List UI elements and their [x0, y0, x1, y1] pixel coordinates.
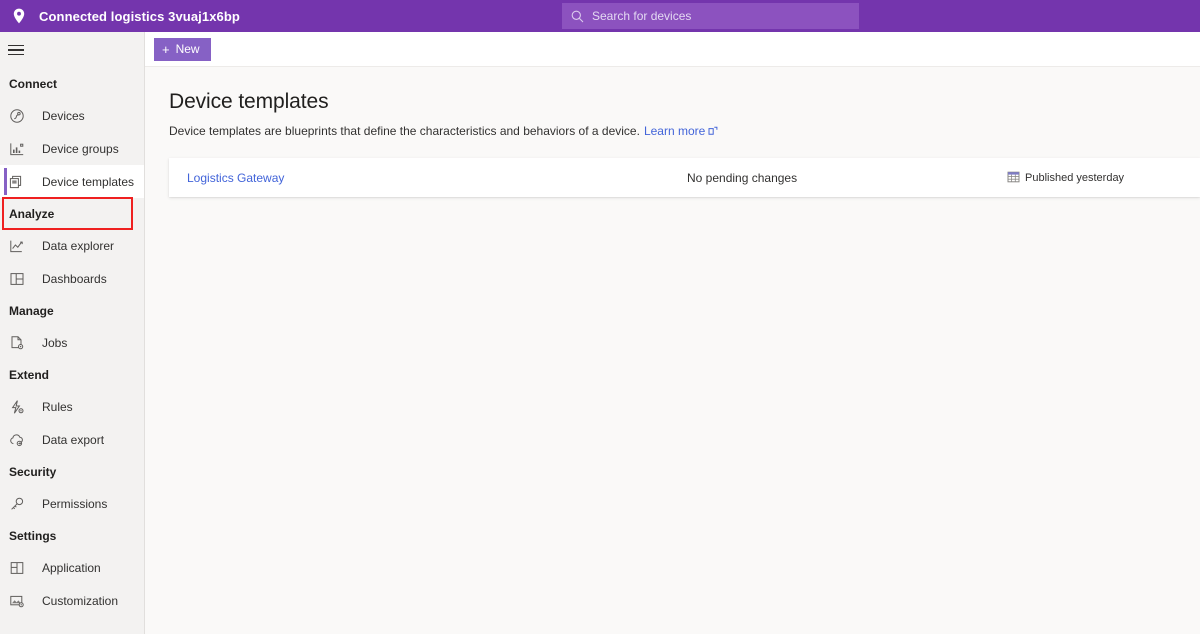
sidebar-section-security: Security	[0, 456, 144, 487]
new-button[interactable]: + New	[154, 38, 211, 61]
sidebar-item-label: Data explorer	[42, 239, 114, 253]
pending-changes-status: No pending changes	[687, 171, 1007, 185]
device-templates-list: Logistics Gateway No pending changes	[169, 158, 1200, 197]
location-pin-icon	[9, 6, 29, 26]
top-header-bar: Connected logistics 3vuaj1x6bp	[0, 0, 1200, 32]
sidebar-item-customization[interactable]: Customization	[0, 584, 144, 617]
app-brand[interactable]: Connected logistics 3vuaj1x6bp	[0, 6, 240, 26]
search-input[interactable]	[592, 6, 832, 26]
new-button-label: New	[176, 42, 200, 56]
sidebar-navigation: Connect Devices	[0, 32, 145, 634]
command-bar: + New	[145, 32, 1200, 67]
sidebar-item-device-templates[interactable]: Device templates	[0, 165, 144, 198]
global-search[interactable]	[562, 3, 859, 29]
application-layout-icon	[9, 560, 25, 576]
customization-image-gear-icon	[9, 593, 25, 609]
published-label: Published yesterday	[1025, 172, 1124, 184]
sidebar-item-permissions[interactable]: Permissions	[0, 487, 144, 520]
sidebar-item-label: Device templates	[42, 175, 134, 189]
key-icon	[9, 496, 25, 512]
hamburger-menu-icon	[8, 42, 24, 58]
sidebar-item-label: Dashboards	[42, 272, 107, 286]
device-template-link[interactable]: Logistics Gateway	[187, 171, 687, 185]
table-row[interactable]: Logistics Gateway No pending changes	[169, 158, 1200, 197]
devices-icon	[9, 108, 25, 124]
dashboard-grid-icon	[9, 271, 25, 287]
sidebar-item-label: Devices	[42, 109, 85, 123]
rules-lightning-gear-icon	[9, 399, 25, 415]
sidebar-toggle-button[interactable]	[0, 32, 145, 68]
cloud-export-icon	[9, 432, 25, 448]
sidebar-item-data-export[interactable]: Data export	[0, 423, 144, 456]
learn-more-link[interactable]: Learn more	[644, 124, 705, 138]
sidebar-item-data-explorer[interactable]: Data explorer	[0, 229, 144, 262]
sidebar-item-label: Data export	[42, 433, 104, 447]
sidebar-item-application[interactable]: Application	[0, 551, 144, 584]
app-body: Connect Devices	[0, 32, 1200, 634]
calendar-icon	[1007, 170, 1020, 186]
published-status: Published yesterday	[1007, 170, 1124, 186]
sidebar-section-manage: Manage	[0, 295, 144, 326]
main-content-area: + New Device templates Device templates …	[145, 32, 1200, 634]
search-icon	[570, 9, 584, 23]
sidebar-section-connect: Connect	[0, 68, 144, 99]
page-content: Device templates Device templates are bl…	[145, 67, 1200, 634]
sidebar-item-label: Jobs	[42, 336, 67, 350]
sidebar-section-extend: Extend	[0, 359, 144, 390]
external-link-icon	[708, 126, 718, 136]
sidebar-section-analyze: Analyze	[0, 198, 144, 229]
sidebar-item-rules[interactable]: Rules	[0, 390, 144, 423]
sidebar-item-devices[interactable]: Devices	[0, 99, 144, 132]
device-templates-icon	[9, 174, 25, 190]
device-groups-icon	[9, 141, 25, 157]
sidebar-item-label: Application	[42, 561, 101, 575]
jobs-document-gear-icon	[9, 335, 25, 351]
page-subtitle: Device templates are blueprints that def…	[169, 124, 1200, 138]
sidebar-item-device-groups[interactable]: Device groups	[0, 132, 144, 165]
sidebar-section-settings: Settings	[0, 520, 144, 551]
iot-central-app: Connected logistics 3vuaj1x6bp Connect	[0, 0, 1200, 634]
line-chart-icon	[9, 238, 25, 254]
sidebar-item-label: Rules	[42, 400, 73, 414]
sidebar-item-label: Customization	[42, 594, 118, 608]
page-subtitle-text: Device templates are blueprints that def…	[169, 124, 640, 138]
app-title: Connected logistics 3vuaj1x6bp	[39, 9, 240, 24]
plus-icon: +	[162, 43, 170, 56]
sidebar-item-label: Device groups	[42, 142, 119, 156]
sidebar-item-label: Permissions	[42, 497, 107, 511]
sidebar-item-dashboards[interactable]: Dashboards	[0, 262, 144, 295]
page-title: Device templates	[169, 89, 1200, 115]
sidebar-item-jobs[interactable]: Jobs	[0, 326, 144, 359]
